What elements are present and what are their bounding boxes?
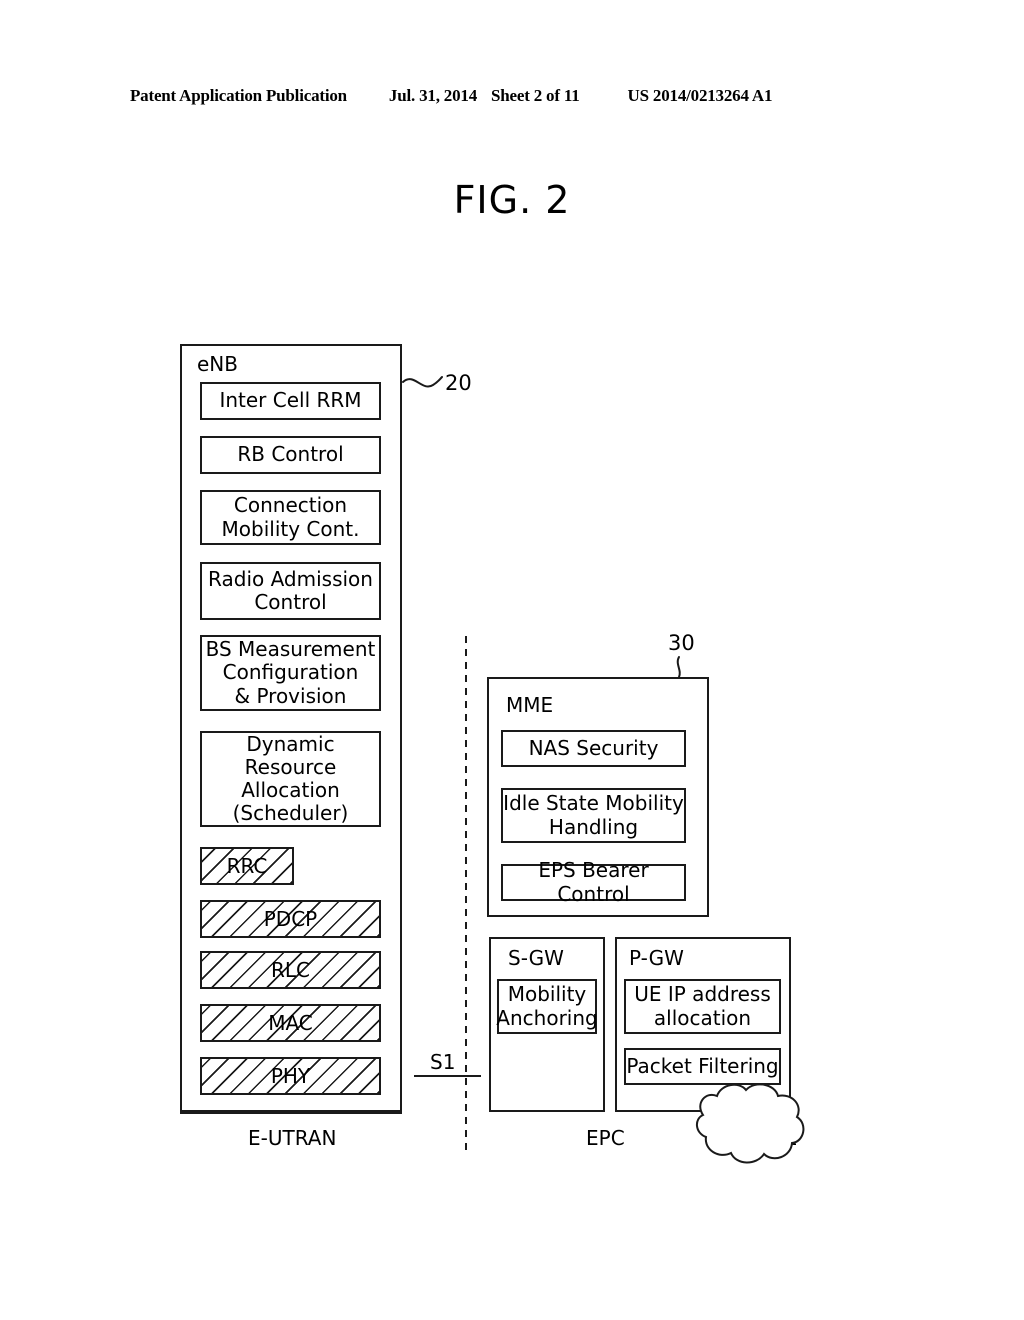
domain-label-epc: EPC (586, 1126, 625, 1150)
enb-block-rb-control[interactable]: RB Control (200, 436, 381, 474)
pgw-node-label: P-GW (629, 946, 684, 970)
internet-cloud-label: Internet (717, 1126, 797, 1150)
reference-numeral-30: 30 (668, 631, 695, 655)
domain-label-e-utran: E-UTRAN (248, 1126, 337, 1150)
header-date: Jul. 31, 2014 (388, 86, 477, 105)
enb-stack-layer-mac[interactable]: MAC (200, 1004, 381, 1042)
enb-stack-layer-rlc[interactable]: RLC (200, 951, 381, 989)
pgw-block-ue-ip-address-allocation[interactable]: UE IP address allocation (624, 979, 781, 1034)
enb-block-connection-mobility-cont[interactable]: Connection Mobility Cont. (200, 490, 381, 545)
enb-stack-layer-rlc-label: RLC (270, 958, 310, 982)
mme-node-label: MME (506, 693, 554, 717)
enb-stack-layer-pdcp-label: PDCP (263, 907, 318, 931)
enb-stack-layer-phy-label: PHY (270, 1064, 311, 1088)
enb-stack-layer-rrc-label: RRC (226, 854, 268, 878)
enb-stack-layer-phy[interactable]: PHY (200, 1057, 381, 1095)
reference-numeral-20: 20 (445, 371, 472, 395)
header-sheet-number: Sheet 2 of 11 (491, 86, 580, 105)
leader-line-20 (402, 376, 443, 388)
page-running-header: Patent Application Publication Jul. 31, … (130, 86, 894, 110)
interface-label-s1: S1 (430, 1050, 456, 1074)
leader-line-30 (676, 656, 681, 678)
enb-block-radio-admission-control[interactable]: Radio Admission Control (200, 562, 381, 620)
enb-stack-layer-mac-label: MAC (268, 1011, 313, 1035)
figure-title: FIG. 2 (453, 178, 571, 222)
mme-block-nas-security[interactable]: NAS Security (501, 730, 686, 767)
enb-node-label: eNB (197, 352, 238, 376)
enb-stack-layer-pdcp[interactable]: PDCP (200, 900, 381, 938)
mme-block-eps-bearer-control[interactable]: EPS Bearer Control (501, 859, 686, 905)
pgw-block-packet-filtering[interactable]: Packet Filtering (624, 1048, 781, 1085)
sgw-node-label: S-GW (508, 946, 564, 970)
enb-block-inter-cell-rrm[interactable]: Inter Cell RRM (200, 382, 381, 420)
header-publication: Patent Application Publication (130, 86, 347, 105)
header-patent-number: US 2014/0213264 A1 (627, 86, 773, 105)
enb-stack-layer-rrc[interactable]: RRC (200, 847, 294, 885)
sgw-block-mobility-anchoring[interactable]: Mobility Anchoring (496, 979, 598, 1034)
mme-block-idle-state-mobility-handling[interactable]: Idle State Mobility Handling (501, 788, 686, 843)
enb-block-dynamic-resource-allocation[interactable]: Dynamic Resource Allocation (Scheduler) (200, 731, 381, 827)
enb-block-bs-measurement-configuration[interactable]: BS Measurement Configuration & Provision (200, 635, 381, 711)
